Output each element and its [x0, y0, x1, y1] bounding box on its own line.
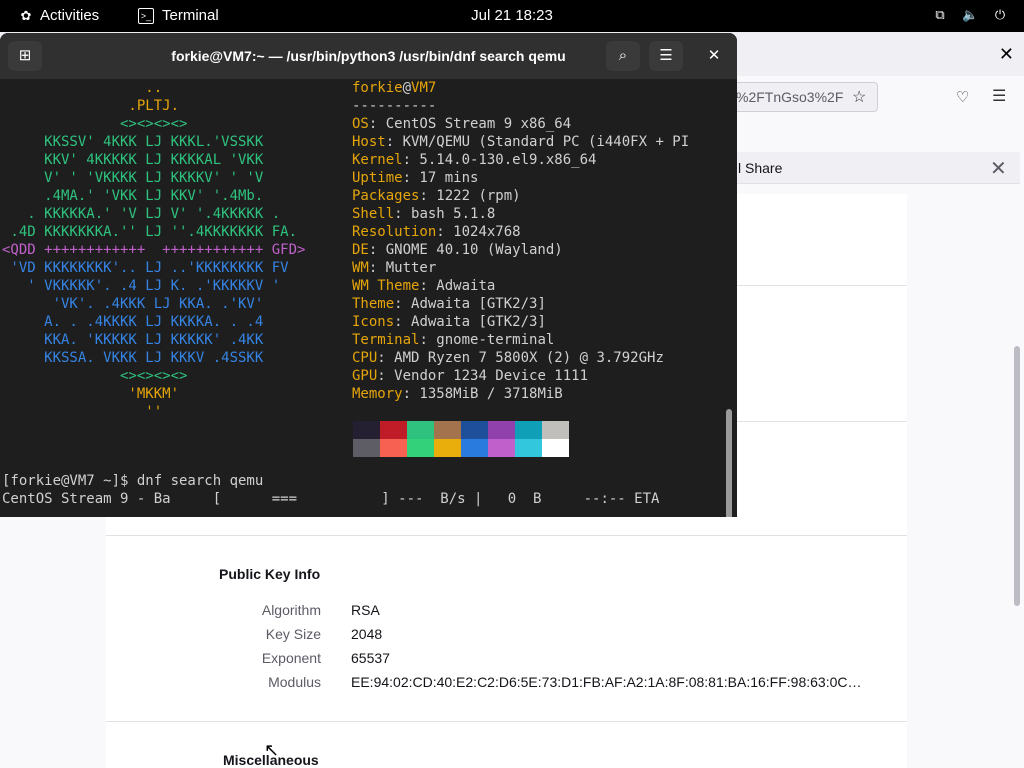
color-swatch: [434, 439, 461, 457]
neofetch-separator: ----------: [352, 98, 437, 114]
modulus-label: Modulus: [268, 674, 321, 690]
download-progress: CentOS Stream 9 - Ba [ === ] --- B/s | 0…: [2, 491, 660, 507]
misc-card: Miscellaneous: [106, 722, 907, 768]
exponent-label: Exponent: [261, 650, 321, 666]
info-line: Icons: Adwaita [GTK2/3]: [352, 314, 546, 330]
public-key-card: Public Key Info Algorithm RSA Key Size 2…: [106, 536, 907, 722]
logo-line: 'MKKM': [2, 386, 180, 402]
color-swatch: [380, 421, 407, 439]
hamburger-menu-icon[interactable]: ☰: [992, 86, 1006, 106]
info-line: CPU: AMD Ryzen 7 5800X (2) @ 3.792GHz: [352, 350, 664, 366]
close-button[interactable]: ✕: [697, 41, 731, 71]
mouse-pointer-icon: ↖: [264, 740, 280, 760]
share-button[interactable]: l Share: [738, 160, 782, 176]
bookmark-star-icon[interactable]: ☆: [852, 87, 866, 107]
menu-button[interactable]: ☰: [649, 41, 683, 71]
logo-line: 'VD KKKKKKKK'.. LJ ..'KKKKKKKK FV: [2, 260, 289, 276]
logo-line: KKV' 4KKKKK LJ KKKKAL 'VKK: [2, 152, 264, 168]
logo-line: .4D KKKKKKKA.'' LJ ''.4KKKKKKK FA.: [2, 224, 298, 240]
network-icon[interactable]: ⧉: [932, 7, 948, 23]
info-line: Terminal: gnome-terminal: [352, 332, 555, 348]
logo-line: .PLTJ.: [2, 98, 180, 114]
neofetch-user: forkie@VM7: [352, 80, 437, 96]
logo-line: '': [2, 404, 163, 420]
top-bar: ✿ Activities >_ Terminal Jul 21 18:23 ⧉ …: [0, 0, 1024, 32]
info-line: Host: KVM/QEMU (Standard PC (i440FX + PI: [352, 134, 690, 150]
close-window-icon[interactable]: ✕: [999, 44, 1014, 65]
color-swatch: [461, 439, 488, 457]
info-line: Memory: 1358MiB / 3718MiB: [352, 386, 563, 402]
logo-line: <><><><>: [2, 368, 188, 384]
command-prompt: [forkie@VM7 ~]$ dnf search qemu: [2, 473, 264, 489]
logo-line: KKSSV' 4KKK LJ KKKL.'VSSKK: [2, 134, 264, 150]
notification-close-icon[interactable]: ✕: [990, 156, 1007, 181]
key-size-value: 2048: [351, 626, 383, 642]
color-swatch: [515, 439, 542, 457]
logo-line: <QDD ++++++++++++ ++++++++++++ GFD>: [2, 242, 306, 258]
logo-line: . KKKKKA.' 'V LJ V' '.4KKKKK .: [2, 206, 281, 222]
terminal-scrollbar[interactable]: [726, 409, 732, 517]
volume-icon[interactable]: 🔈: [962, 7, 978, 23]
info-line: GPU: Vendor 1234 Device 1111: [352, 368, 589, 384]
public-key-title: Public Key Info: [219, 566, 321, 582]
color-swatch: [407, 439, 434, 457]
logo-line: <><><><>: [2, 116, 188, 132]
color-swatch: [542, 439, 569, 457]
color-swatch: [353, 439, 380, 457]
logo-line: A. . .4KKKK LJ KKKKA. . .4: [2, 314, 264, 330]
info-line: WM Theme: Adwaita: [352, 278, 496, 294]
clock[interactable]: Jul 21 18:23: [0, 7, 1024, 24]
logo-line: V' ' 'VKKKK LJ KKKKV' ' 'V: [2, 170, 264, 186]
info-line: Uptime: 17 mins: [352, 170, 479, 186]
search-button[interactable]: ⌕: [606, 41, 640, 71]
info-line: Resolution: 1024x768: [352, 224, 521, 240]
info-line: DE: GNOME 40.10 (Wayland): [352, 242, 563, 258]
logo-line: ' VKKKKK'. .4 LJ K. .'KKKKKV ': [2, 278, 281, 294]
color-swatch: [542, 421, 569, 439]
color-swatch: [380, 439, 407, 457]
logo-line: .4MA.' 'VKK LJ KKV' '.4Mb.: [2, 188, 264, 204]
info-line: OS: CentOS Stream 9 x86_64: [352, 116, 572, 132]
power-icon[interactable]: ⏻: [992, 7, 1008, 23]
algorithm-value: RSA: [351, 602, 380, 618]
color-swatch: [488, 421, 515, 439]
info-line: WM: Mutter: [352, 260, 437, 276]
logo-line: KKSSA. VKKK LJ KKKV .4SSKK: [2, 350, 264, 366]
exponent-value: 65537: [351, 650, 390, 666]
color-swatch: [515, 421, 542, 439]
url-text: %2FTnGso3%2F: [736, 89, 844, 105]
logo-line: 'VK'. .4KKK LJ KKA. .'KV': [2, 296, 264, 312]
color-swatch: [488, 439, 515, 457]
terminal-body[interactable]: .. .PLTJ. <><><><> KKSSV' 4KKK LJ KKKL.'…: [0, 79, 737, 517]
info-line: Packages: 1222 (rpm): [352, 188, 521, 204]
logo-line: KKA. 'KKKKK LJ KKKKK' .4KK: [2, 332, 264, 348]
terminal-window: ⊞ forkie@VM7:~ — /usr/bin/python3 /usr/b…: [0, 33, 737, 517]
key-size-label: Key Size: [265, 626, 321, 642]
system-tray[interactable]: ⧉ 🔈 ⏻: [932, 7, 1008, 23]
color-swatch: [353, 421, 380, 439]
page-scrollbar[interactable]: [1014, 346, 1020, 606]
logo-line: ..: [2, 80, 163, 96]
info-line: Shell: bash 5.1.8: [352, 206, 496, 222]
color-swatch: [461, 421, 488, 439]
modulus-value: EE:94:02:CD:40:E2:C2:D6:5E:73:D1:FB:AF:A…: [351, 674, 862, 690]
pocket-icon[interactable]: ♡: [956, 88, 969, 106]
info-line: Theme: Adwaita [GTK2/3]: [352, 296, 546, 312]
color-swatch: [434, 421, 461, 439]
info-line: Kernel: 5.14.0-130.el9.x86_64: [352, 152, 597, 168]
algorithm-label: Algorithm: [261, 602, 321, 618]
color-swatch: [407, 421, 434, 439]
